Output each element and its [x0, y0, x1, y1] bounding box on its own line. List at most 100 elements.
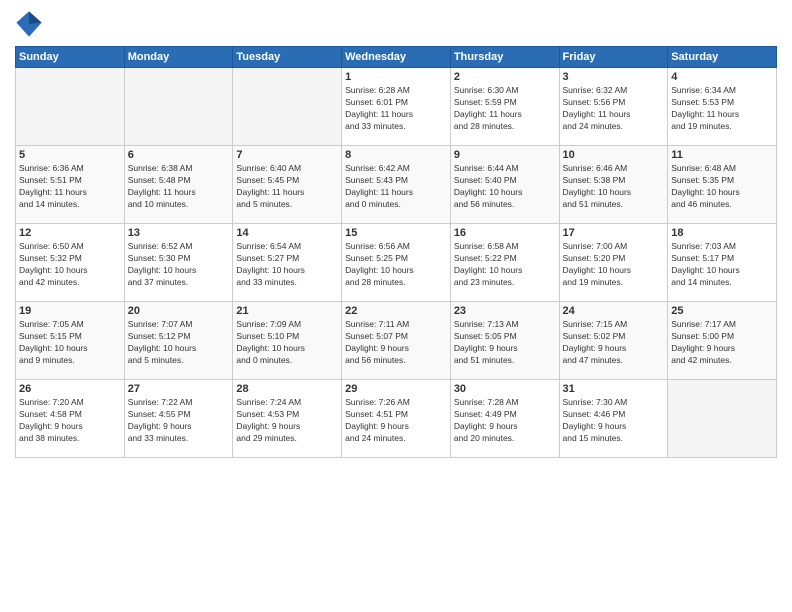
day-number: 14 — [236, 227, 338, 239]
day-number: 5 — [19, 149, 121, 161]
calendar-day: 7Sunrise: 6:40 AM Sunset: 5:45 PM Daylig… — [233, 146, 342, 224]
calendar-day: 12Sunrise: 6:50 AM Sunset: 5:32 PM Dayli… — [16, 224, 125, 302]
calendar-day — [16, 68, 125, 146]
day-number: 15 — [345, 227, 447, 239]
day-number: 12 — [19, 227, 121, 239]
day-info: Sunrise: 6:40 AM Sunset: 5:45 PM Dayligh… — [236, 163, 338, 211]
calendar-day: 17 Sunrise: 7:00 AM Sunset: 5:20 PM Dayli… — [559, 224, 668, 302]
day-info: Sunrise: 6:44 AM Sunset: 5:40 PM Dayligh… — [454, 163, 556, 211]
day-info: Sunrise: 7:11 AM Sunset: 5:07 PM Dayligh… — [345, 319, 447, 367]
day-number: 16 — [454, 227, 556, 239]
calendar-day — [668, 380, 777, 458]
day-number: 11 — [671, 149, 773, 161]
day-number: 13 — [128, 227, 230, 239]
day-info: Sunrise: 6:36 AM Sunset: 5:51 PM Dayligh… — [19, 163, 121, 211]
calendar-day: 16 Sunrise: 6:58 AM Sunset: 5:22 PM Dayli… — [450, 224, 559, 302]
day-info: Sunrise: 6:52 AM Sunset: 5:30 PM Dayligh… — [128, 241, 230, 289]
calendar-day: 29 Sunrise: 7:26 AM Sunset: 4:51 PM Dayli… — [342, 380, 451, 458]
calendar-day: 28 Sunrise: 7:24 AM Sunset: 4:53 PM Dayli… — [233, 380, 342, 458]
day-info: Sunrise: 6:38 AM Sunset: 5:48 PM Dayligh… — [128, 163, 230, 211]
day-info: Sunrise: 7:07 AM Sunset: 5:12 PM Dayligh… — [128, 319, 230, 367]
day-number: 22 — [345, 305, 447, 317]
day-number: 19 — [19, 305, 121, 317]
day-info: Sunrise: 6:56 AM Sunset: 5:25 PM Dayligh… — [345, 241, 447, 289]
calendar-day: 18 Sunrise: 7:03 AM Sunset: 5:17 PM Dayli… — [668, 224, 777, 302]
day-number: 4 — [671, 71, 773, 83]
calendar-day: 23Sunrise: 7:13 AM Sunset: 5:05 PM Dayli… — [450, 302, 559, 380]
day-number: 29 — [345, 383, 447, 395]
day-info: Sunrise: 7:26 AM Sunset: 4:51 PM Dayligh… — [345, 397, 447, 445]
day-number: 24 — [563, 305, 665, 317]
calendar-day: 21 Sunrise: 7:09 AM Sunset: 5:10 PM Dayli… — [233, 302, 342, 380]
day-number: 30 — [454, 383, 556, 395]
day-info: Sunrise: 6:28 AM Sunset: 6:01 PM Dayligh… — [345, 85, 447, 133]
calendar-day: 24Sunrise: 7:15 AM Sunset: 5:02 PM Dayli… — [559, 302, 668, 380]
calendar-week-1: 1 Sunrise: 6:28 AM Sunset: 6:01 PM Daylig… — [16, 68, 777, 146]
day-info: Sunrise: 7:30 AM Sunset: 4:46 PM Dayligh… — [563, 397, 665, 445]
logo — [15, 10, 47, 38]
calendar-week-5: 26 Sunrise: 7:20 AM Sunset: 4:58 PM Dayli… — [16, 380, 777, 458]
day-number: 26 — [19, 383, 121, 395]
calendar-week-2: 5 Sunrise: 6:36 AM Sunset: 5:51 PM Daylig… — [16, 146, 777, 224]
logo-icon — [15, 10, 43, 38]
calendar-day: 4 Sunrise: 6:34 AM Sunset: 5:53 PM Daylig… — [668, 68, 777, 146]
day-info: Sunrise: 7:22 AM Sunset: 4:55 PM Dayligh… — [128, 397, 230, 445]
calendar-day: 22 Sunrise: 7:11 AM Sunset: 5:07 PM Dayli… — [342, 302, 451, 380]
day-info: Sunrise: 7:28 AM Sunset: 4:49 PM Dayligh… — [454, 397, 556, 445]
day-number: 27 — [128, 383, 230, 395]
day-info: Sunrise: 7:00 AM Sunset: 5:20 PM Dayligh… — [563, 241, 665, 289]
day-info: Sunrise: 7:09 AM Sunset: 5:10 PM Dayligh… — [236, 319, 338, 367]
day-info: Sunrise: 6:46 AM Sunset: 5:38 PM Dayligh… — [563, 163, 665, 211]
day-number: 31 — [563, 383, 665, 395]
day-number: 3 — [563, 71, 665, 83]
calendar-page: SundayMondayTuesdayWednesdayThursdayFrid… — [0, 0, 792, 612]
day-info: Sunrise: 6:32 AM Sunset: 5:56 PM Dayligh… — [563, 85, 665, 133]
day-number: 6 — [128, 149, 230, 161]
day-info: Sunrise: 6:42 AM Sunset: 5:43 PM Dayligh… — [345, 163, 447, 211]
day-number: 10 — [563, 149, 665, 161]
day-number: 23 — [454, 305, 556, 317]
day-number: 2 — [454, 71, 556, 83]
calendar-day: 6 Sunrise: 6:38 AM Sunset: 5:48 PM Daylig… — [124, 146, 233, 224]
day-info: Sunrise: 6:34 AM Sunset: 5:53 PM Dayligh… — [671, 85, 773, 133]
calendar-day: 11 Sunrise: 6:48 AM Sunset: 5:35 PM Dayli… — [668, 146, 777, 224]
weekday-monday: Monday — [124, 47, 233, 68]
weekday-wednesday: Wednesday — [342, 47, 451, 68]
calendar-day — [233, 68, 342, 146]
calendar-day: 30 Sunrise: 7:28 AM Sunset: 4:49 PM Dayli… — [450, 380, 559, 458]
day-info: Sunrise: 7:05 AM Sunset: 5:15 PM Dayligh… — [19, 319, 121, 367]
day-info: Sunrise: 7:20 AM Sunset: 4:58 PM Dayligh… — [19, 397, 121, 445]
weekday-saturday: Saturday — [668, 47, 777, 68]
calendar-day: 5 Sunrise: 6:36 AM Sunset: 5:51 PM Daylig… — [16, 146, 125, 224]
day-info: Sunrise: 6:58 AM Sunset: 5:22 PM Dayligh… — [454, 241, 556, 289]
day-info: Sunrise: 7:24 AM Sunset: 4:53 PM Dayligh… — [236, 397, 338, 445]
calendar-table: SundayMondayTuesdayWednesdayThursdayFrid… — [15, 46, 777, 458]
calendar-day: 1 Sunrise: 6:28 AM Sunset: 6:01 PM Daylig… — [342, 68, 451, 146]
day-info: Sunrise: 6:48 AM Sunset: 5:35 PM Dayligh… — [671, 163, 773, 211]
calendar-day: 27 Sunrise: 7:22 AM Sunset: 4:55 PM Dayli… — [124, 380, 233, 458]
calendar-day: 8 Sunrise: 6:42 AM Sunset: 5:43 PM Daylig… — [342, 146, 451, 224]
calendar-day: 20 Sunrise: 7:07 AM Sunset: 5:12 PM Dayli… — [124, 302, 233, 380]
calendar-day: 26 Sunrise: 7:20 AM Sunset: 4:58 PM Dayli… — [16, 380, 125, 458]
day-info: Sunrise: 6:30 AM Sunset: 5:59 PM Dayligh… — [454, 85, 556, 133]
day-number: 28 — [236, 383, 338, 395]
calendar-day: 13 Sunrise: 6:52 AM Sunset: 5:30 PM Dayli… — [124, 224, 233, 302]
day-number: 9 — [454, 149, 556, 161]
calendar-day: 9 Sunrise: 6:44 AM Sunset: 5:40 PM Daylig… — [450, 146, 559, 224]
day-info: Sunrise: 7:03 AM Sunset: 5:17 PM Dayligh… — [671, 241, 773, 289]
day-number: 20 — [128, 305, 230, 317]
weekday-sunday: Sunday — [16, 47, 125, 68]
weekday-tuesday: Tuesday — [233, 47, 342, 68]
calendar-day: 19 Sunrise: 7:05 AM Sunset: 5:15 PM Dayli… — [16, 302, 125, 380]
calendar-day: 15 Sunrise: 6:56 AM Sunset: 5:25 PM Dayli… — [342, 224, 451, 302]
calendar-day: 31 Sunrise: 7:30 AM Sunset: 4:46 PM Dayli… — [559, 380, 668, 458]
day-info: Sunrise: 7:17 AM Sunset: 5:00 PM Dayligh… — [671, 319, 773, 367]
day-number: 18 — [671, 227, 773, 239]
calendar-week-4: 19 Sunrise: 7:05 AM Sunset: 5:15 PM Dayli… — [16, 302, 777, 380]
day-number: 8 — [345, 149, 447, 161]
weekday-friday: Friday — [559, 47, 668, 68]
day-number: 21 — [236, 305, 338, 317]
day-number: 1 — [345, 71, 447, 83]
calendar-day: 10 Sunrise: 6:46 AM Sunset: 5:38 PM Dayli… — [559, 146, 668, 224]
day-number: 17 — [563, 227, 665, 239]
